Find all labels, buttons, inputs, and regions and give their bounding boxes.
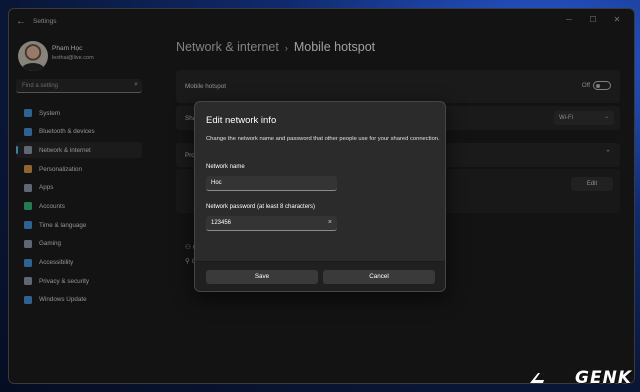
network-password-value: 123456: [211, 220, 232, 226]
edit-network-dialog: Edit network info Change the network nam…: [194, 101, 446, 292]
genk-logo-icon: [530, 373, 544, 383]
dialog-title: Edit network info: [206, 115, 277, 126]
network-name-field[interactable]: Hoc: [206, 176, 337, 191]
save-button[interactable]: Save: [206, 270, 318, 284]
network-password-label: Network password (at least 8 characters): [206, 204, 316, 210]
dialog-description: Change the network name and password tha…: [206, 136, 440, 142]
network-name-label: Network name: [206, 164, 245, 170]
watermark-text: GENK: [575, 368, 632, 388]
network-password-field[interactable]: 123456 ×: [206, 216, 337, 231]
dialog-footer: Save Cancel: [195, 261, 445, 291]
cancel-button[interactable]: Cancel: [323, 270, 435, 284]
clear-icon[interactable]: ×: [328, 219, 332, 226]
network-name-value: Hoc: [211, 180, 222, 186]
watermark-logo: GENK: [528, 368, 632, 388]
